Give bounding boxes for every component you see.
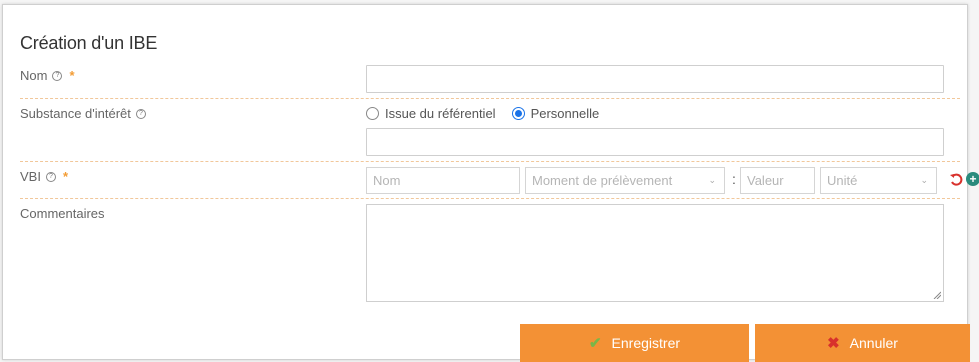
dialog-title: Création d'un IBE — [20, 33, 158, 53]
vbi-valeur-placeholder: Valeur — [747, 173, 784, 188]
vbi-colon: : — [732, 171, 736, 187]
vbi-nom-placeholder: Nom — [373, 173, 401, 188]
nom-required-mark: * — [69, 68, 75, 83]
radio-issue-referentiel[interactable]: Issue du référentiel — [366, 106, 496, 121]
vbi-label-group: VBI ? * — [20, 169, 68, 184]
vbi-nom-input[interactable]: Nom — [366, 167, 520, 194]
vbi-valeur-input[interactable]: Valeur — [740, 167, 815, 194]
substance-label-group: Substance d'intérêt ? — [20, 106, 146, 121]
chevron-down-icon: ⌄ — [920, 175, 928, 185]
substance-radio-group: Issue du référentiel Personnelle — [366, 106, 615, 121]
commentaires-label: Commentaires — [20, 206, 105, 221]
cancel-button-label: Annuler — [849, 335, 898, 351]
close-icon: ✖ — [827, 335, 840, 352]
radio-personnelle[interactable]: Personnelle — [511, 106, 600, 121]
save-button-label: Enregistrer — [611, 335, 681, 351]
vbi-label: VBI — [20, 169, 41, 184]
substance-help-icon[interactable]: ? — [135, 108, 146, 119]
radio-issue-referentiel-indicator[interactable] — [366, 107, 379, 120]
chevron-down-icon: ⌄ — [708, 175, 716, 185]
vbi-unite-placeholder: Unité — [827, 173, 858, 188]
vbi-moment-placeholder: Moment de prélèvement — [532, 173, 673, 188]
create-ibe-dialog: Création d'un IBE Nom ? * Substance d'in… — [2, 4, 979, 362]
nom-help-icon[interactable]: ? — [52, 70, 63, 81]
substance-label: Substance d'intérêt — [20, 106, 131, 121]
separator — [20, 198, 960, 199]
vbi-help-icon[interactable]: ? — [45, 171, 56, 182]
cancel-button[interactable]: ✖ Annuler — [755, 324, 970, 362]
undo-icon[interactable] — [949, 173, 963, 187]
save-button[interactable]: ✔ Enregistrer — [520, 324, 749, 362]
resize-grip-icon[interactable] — [933, 291, 941, 299]
separator — [20, 161, 960, 162]
radio-personnelle-indicator[interactable] — [511, 107, 525, 120]
commentaires-textarea[interactable] — [366, 204, 944, 302]
vbi-required-mark: * — [62, 169, 69, 184]
radio-personnelle-label: Personnelle — [530, 106, 600, 121]
vbi-moment-select[interactable]: Moment de prélèvement ⌄ — [525, 167, 725, 194]
nom-input[interactable] — [366, 65, 944, 93]
commentaires-label-group: Commentaires — [20, 206, 105, 221]
substance-input[interactable] — [366, 128, 944, 156]
separator — [20, 98, 960, 99]
add-icon[interactable]: + — [966, 172, 979, 186]
nom-label: Nom — [20, 68, 48, 83]
nom-label-group: Nom ? * — [20, 68, 75, 83]
check-icon: ✔ — [588, 335, 602, 352]
vbi-unite-select[interactable]: Unité ⌄ — [820, 167, 937, 194]
radio-issue-referentiel-label: Issue du référentiel — [385, 106, 496, 121]
